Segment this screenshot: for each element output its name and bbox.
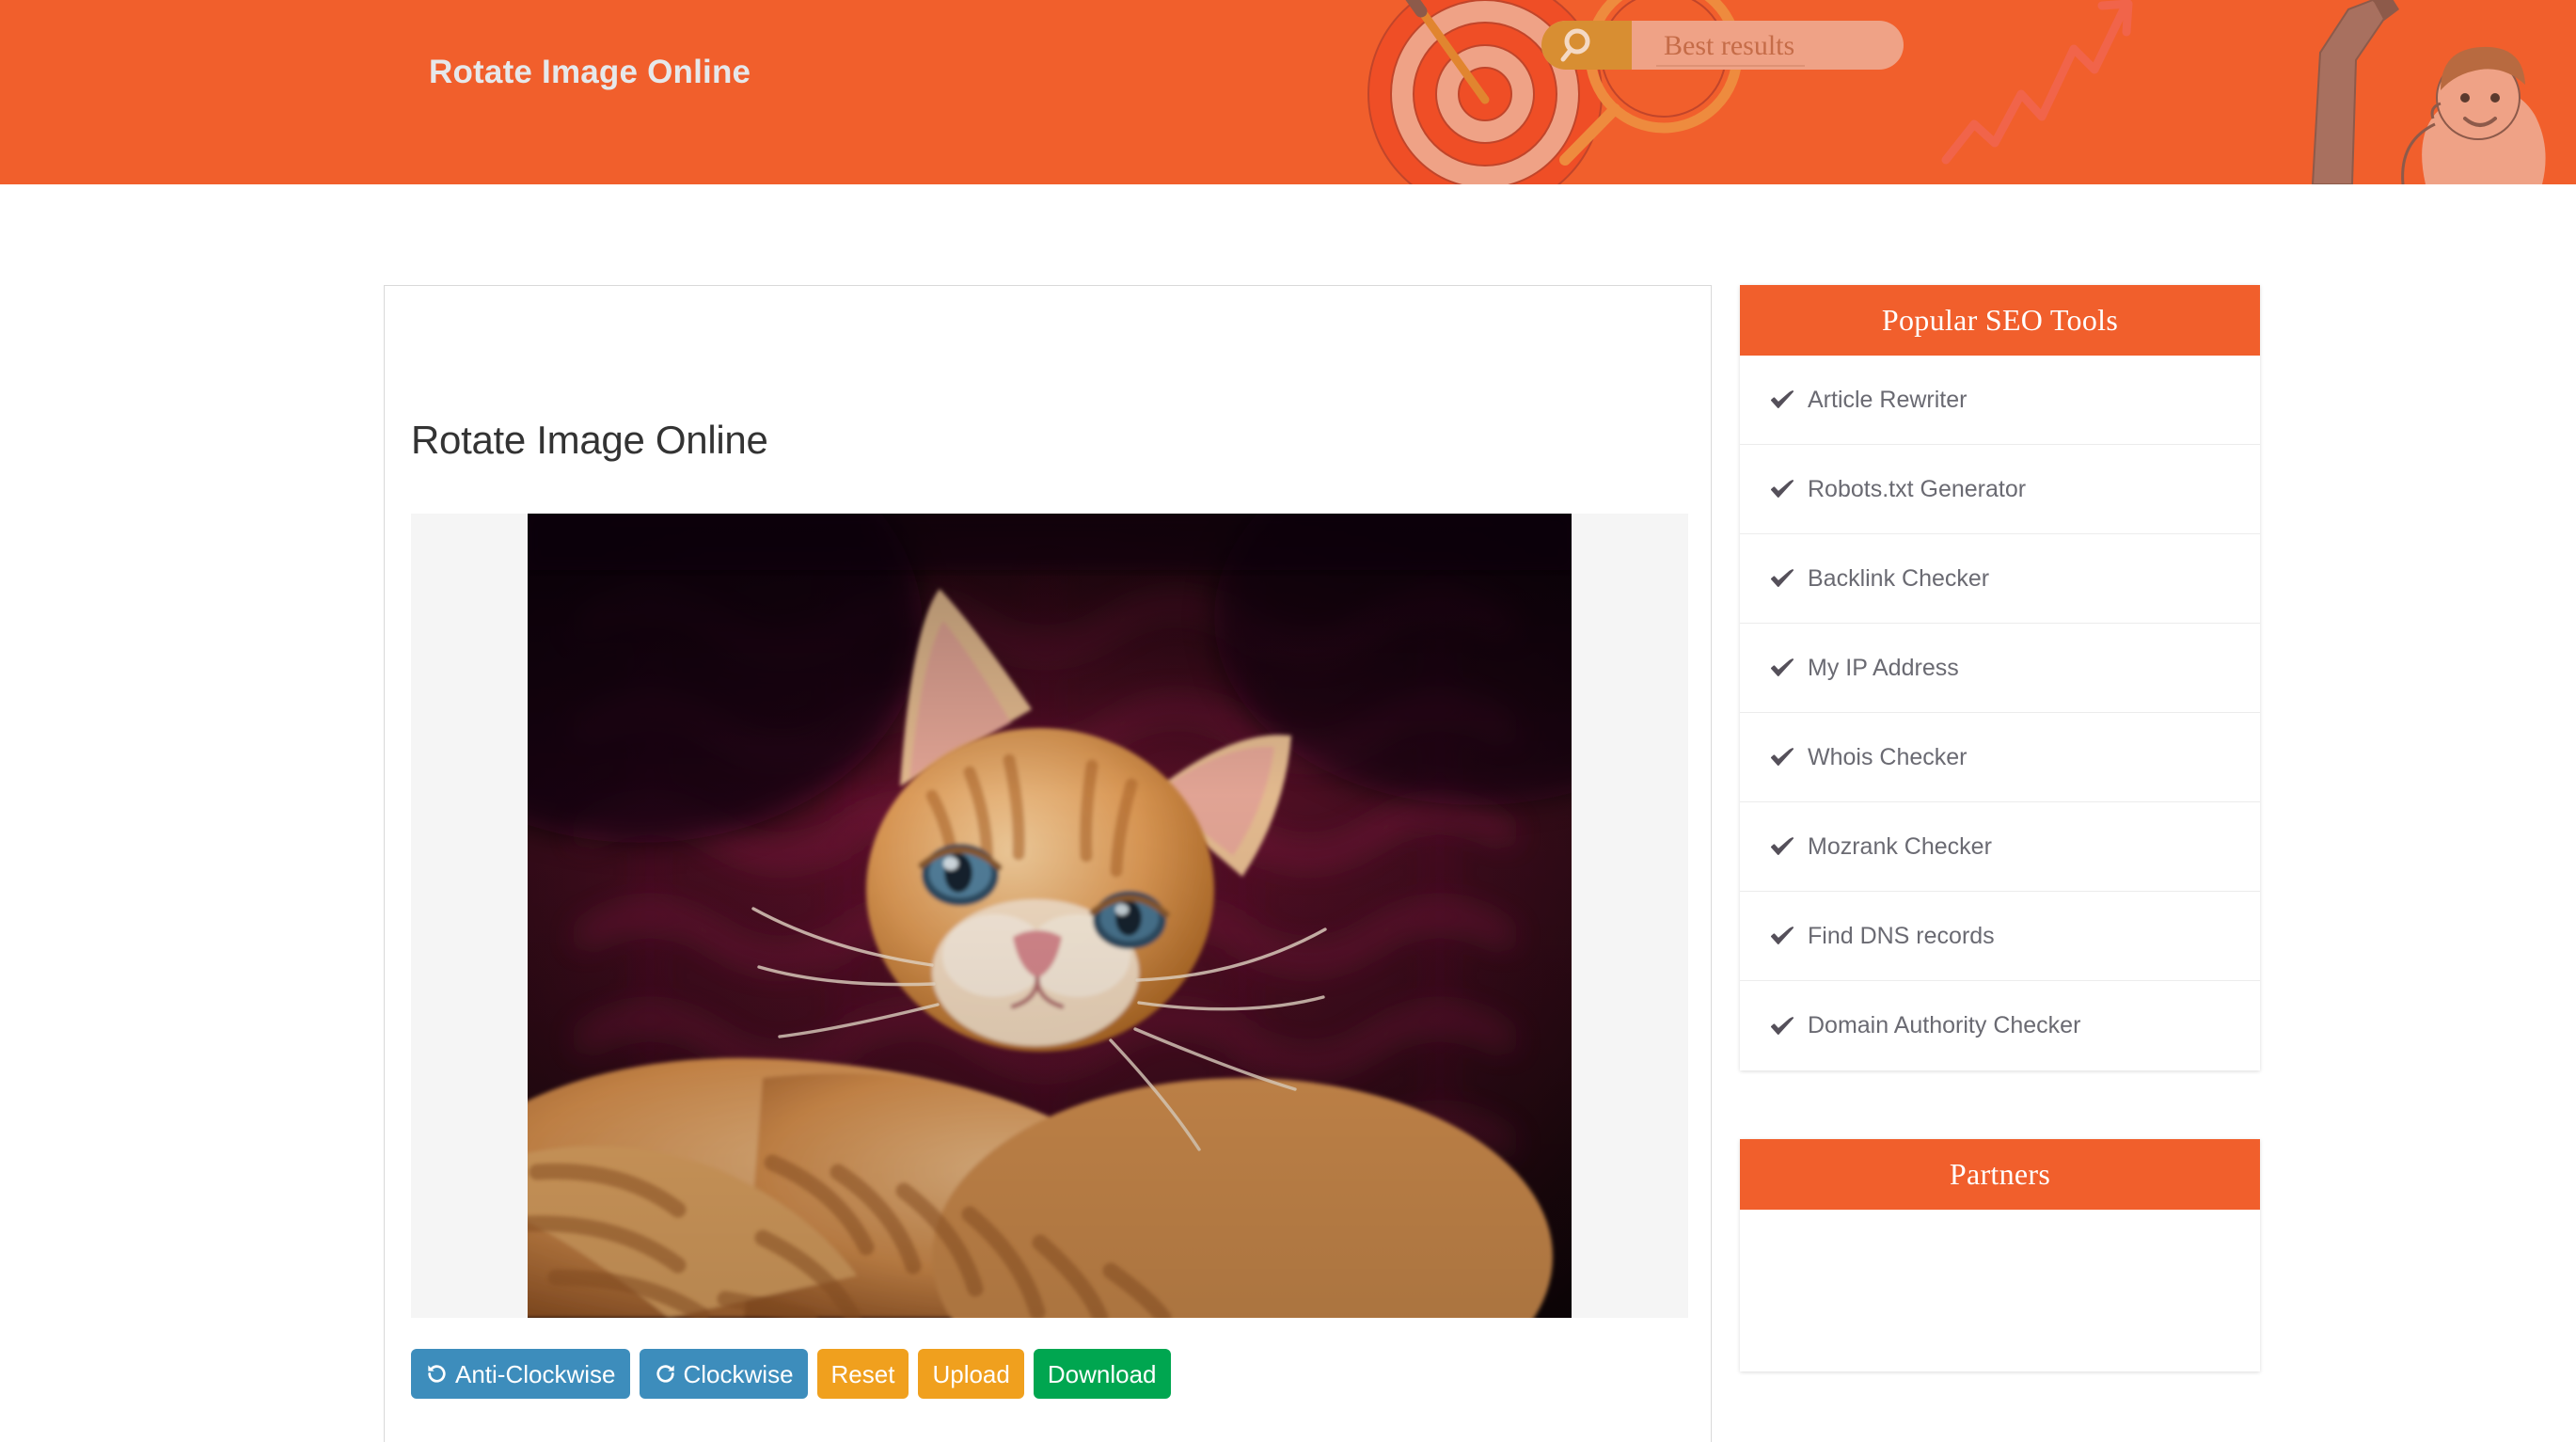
check-icon	[1768, 654, 1808, 682]
dartboard-icon	[1367, 0, 1603, 184]
reset-label: Reset	[830, 1359, 895, 1388]
sidebar-item-label: Robots.txt Generator	[1808, 475, 2027, 502]
check-icon	[1768, 564, 1808, 593]
sidebar-item-label: Mozrank Checker	[1808, 832, 1992, 860]
sidebar-item-label: Whois Checker	[1808, 743, 1968, 770]
sidebar-item-label: Article Rewriter	[1808, 386, 1968, 413]
sidebar-item-article-rewriter[interactable]: Article Rewriter	[1740, 356, 2260, 445]
sidebar-item-find-dns-records[interactable]: Find DNS records	[1740, 892, 2260, 981]
action-button-row: Anti-Clockwise Clockwise Reset Upload Do…	[411, 1349, 1171, 1399]
sidebar-item-mozrank-checker[interactable]: Mozrank Checker	[1740, 802, 2260, 892]
popular-seo-tools-panel: Popular SEO Tools Article Rewriter Robot…	[1740, 285, 2260, 1070]
site-title: Rotate Image Online	[429, 54, 751, 90]
site-header: Rotate Image Online Best results	[0, 0, 2576, 184]
sidebar-item-whois-checker[interactable]: Whois Checker	[1740, 713, 2260, 802]
check-icon	[1768, 1012, 1808, 1040]
popular-seo-tools-heading: Popular SEO Tools	[1740, 285, 2260, 356]
sidebar-item-label: Find DNS records	[1808, 922, 1995, 949]
check-icon	[1768, 922, 1808, 950]
rotate-left-icon	[425, 1362, 449, 1386]
svg-text:Best results: Best results	[1664, 30, 1794, 61]
upload-button[interactable]: Upload	[918, 1349, 1024, 1399]
reset-button[interactable]: Reset	[816, 1349, 909, 1399]
download-label: Download	[1047, 1359, 1157, 1388]
cheering-person-illustration	[2311, 0, 2546, 184]
download-button[interactable]: Download	[1033, 1349, 1171, 1399]
tool-card: Rotate Image Online Anti-Clockwise Clock…	[384, 285, 1712, 1442]
sidebar-item-label: Backlink Checker	[1808, 564, 1990, 592]
sidebar-item-label: Domain Authority Checker	[1808, 1012, 2081, 1038]
sidebar-item-label: My IP Address	[1808, 654, 1959, 681]
check-icon	[1768, 475, 1808, 503]
sidebar-item-backlink-checker[interactable]: Backlink Checker	[1740, 534, 2260, 624]
check-icon	[1768, 386, 1808, 414]
sidebar: Popular SEO Tools Article Rewriter Robot…	[1740, 285, 2260, 1371]
check-icon	[1768, 832, 1808, 861]
magnifier-search-bar: Best results	[1541, 0, 1904, 166]
clockwise-button[interactable]: Clockwise	[639, 1349, 808, 1399]
growth-arrow-chart	[1941, 0, 2133, 165]
anti-clockwise-label: Anti-Clockwise	[455, 1359, 616, 1388]
partners-heading: Partners	[1740, 1139, 2260, 1210]
clockwise-label: Clockwise	[683, 1359, 794, 1388]
upload-label: Upload	[932, 1359, 1010, 1388]
rotated-image-preview[interactable]	[528, 514, 1572, 1318]
page-title: Rotate Image Online	[411, 418, 768, 462]
sidebar-item-my-ip-address[interactable]: My IP Address	[1740, 624, 2260, 713]
sidebar-item-robots-txt-generator[interactable]: Robots.txt Generator	[1740, 445, 2260, 534]
partners-body	[1740, 1210, 2260, 1371]
anti-clockwise-button[interactable]: Anti-Clockwise	[411, 1349, 630, 1399]
rotate-right-icon	[654, 1362, 677, 1386]
kitten-photo	[528, 514, 1572, 1318]
sidebar-item-domain-authority-checker[interactable]: Domain Authority Checker	[1740, 981, 2260, 1070]
check-icon	[1768, 743, 1808, 771]
seo-hero-illustration: Best results	[1363, 0, 2576, 184]
seo-tool-list: Article Rewriter Robots.txt Generator Ba…	[1740, 356, 2260, 1070]
page-body: Rotate Image Online Anti-Clockwise Clock…	[0, 184, 2576, 1442]
image-preview-frame	[411, 514, 1688, 1318]
partners-panel: Partners	[1740, 1139, 2260, 1371]
